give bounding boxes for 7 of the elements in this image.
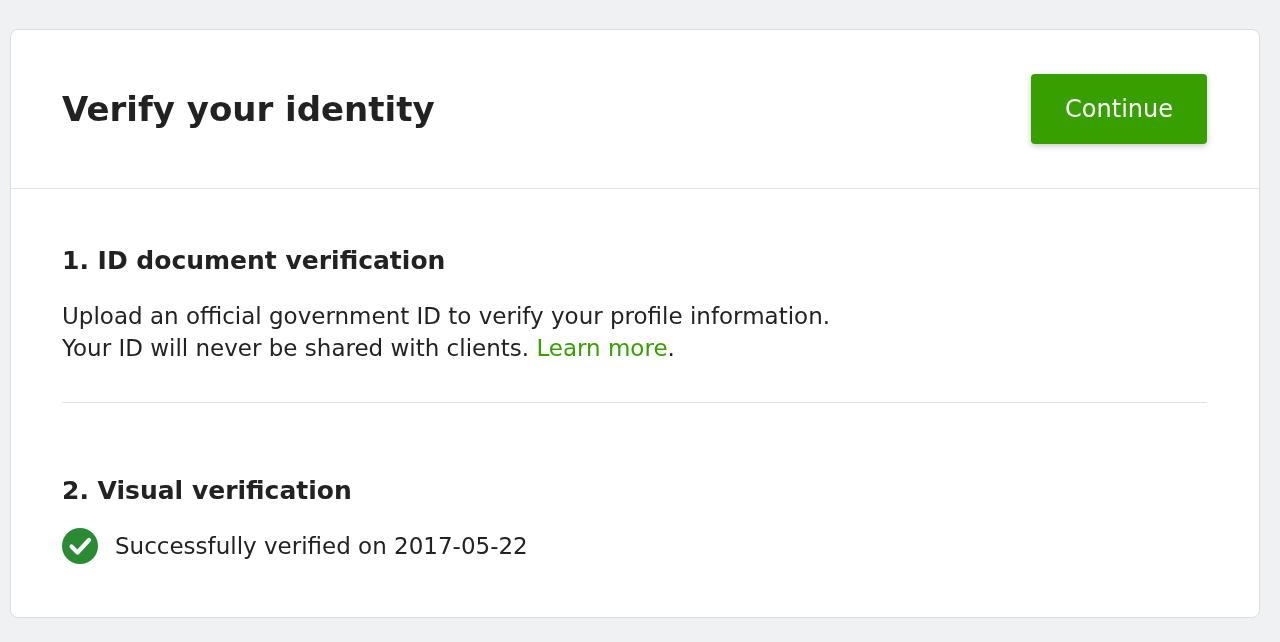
description-text: Upload an official government ID to verify your profile information. Your ID will never be shared with clients. Learn more. — [62, 302, 832, 363]
status-text: Successfully verified on 2017-05-22 — [115, 532, 528, 561]
learn-more-link[interactable]: Learn more — [536, 335, 668, 361]
continue-button[interactable]: Continue — [1031, 74, 1207, 144]
page-title: Verify your identity — [62, 88, 435, 131]
section-heading: 2. Visual verification — [62, 476, 353, 506]
section-heading: 1. ID document verification — [62, 246, 447, 276]
